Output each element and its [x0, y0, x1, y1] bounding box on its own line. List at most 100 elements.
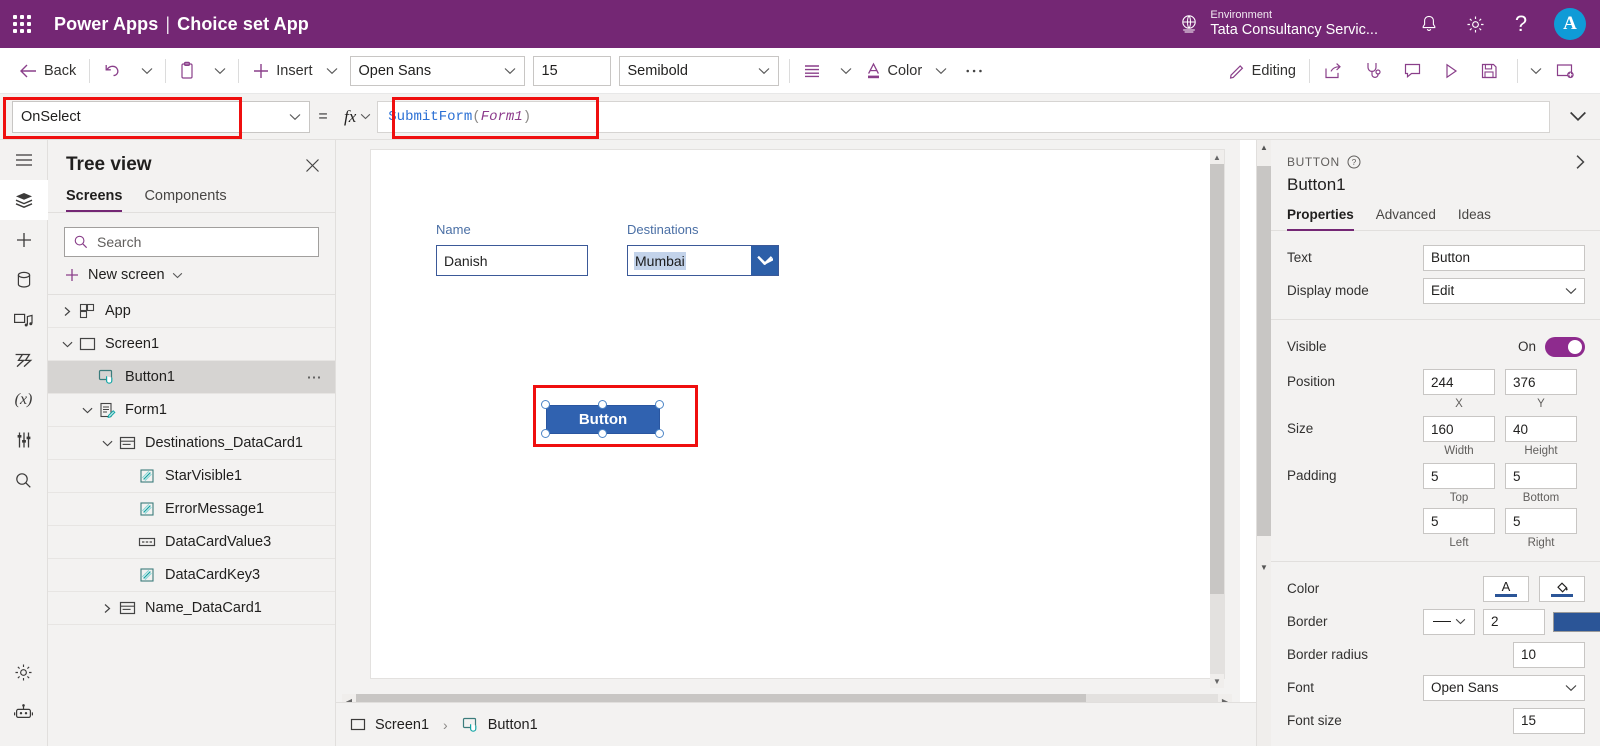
position-x-input[interactable]: 244 — [1423, 369, 1495, 395]
align-dropdown-button[interactable] — [834, 56, 858, 86]
twisty-collapsed-icon[interactable] — [98, 603, 116, 614]
font-size-input[interactable]: 15 — [1513, 708, 1585, 734]
help-button[interactable]: ? — [1498, 0, 1544, 48]
tree-node-screen1[interactable]: Screen1 — [48, 328, 335, 361]
tree-node-name-datacard1[interactable]: Name_DataCard1 — [48, 592, 335, 625]
tree-node-more-button[interactable]: ⋯ — [307, 368, 324, 386]
border-style-select[interactable] — [1423, 609, 1475, 635]
size-height-input[interactable]: 40 — [1505, 416, 1577, 442]
destinations-dropdown-button[interactable] — [751, 246, 778, 275]
formula-input[interactable]: SubmitForm(Form1) — [377, 101, 1550, 133]
resize-handle-top-left[interactable] — [541, 400, 550, 409]
padding-bottom-input[interactable]: 5 — [1505, 463, 1577, 489]
border-width-input[interactable]: 2 — [1483, 609, 1545, 635]
font-size-input[interactable]: 15 — [533, 56, 611, 86]
font-select[interactable]: Open Sans — [1423, 675, 1585, 701]
formula-expand-button[interactable] — [1556, 94, 1600, 140]
size-width-input[interactable]: 160 — [1423, 416, 1495, 442]
border-radius-input[interactable]: 10 — [1513, 642, 1585, 668]
font-color-button[interactable]: A — [1483, 576, 1529, 602]
save-dropdown-button[interactable] — [1524, 56, 1548, 86]
editing-mode-button[interactable]: Editing — [1221, 54, 1303, 88]
tab-components[interactable]: Components — [144, 182, 226, 212]
preview-button[interactable] — [1435, 54, 1473, 88]
scroll-up-icon[interactable]: ▲ — [1257, 140, 1271, 154]
tab-properties[interactable]: Properties — [1287, 207, 1354, 230]
fill-color-button[interactable] — [1539, 576, 1585, 602]
collapse-pane-button[interactable] — [1574, 154, 1587, 170]
resize-handle-bottom-center[interactable] — [598, 429, 607, 438]
font-weight-select[interactable]: Semibold — [619, 56, 779, 86]
destinations-dropdown[interactable]: Mumbai — [627, 245, 779, 276]
insert-dropdown-button[interactable] — [320, 56, 344, 86]
sidebar-item-media[interactable] — [0, 300, 48, 340]
tree-node-errormessage1[interactable]: ErrorMessage1 — [48, 493, 335, 526]
twisty-collapsed-icon[interactable] — [58, 306, 76, 317]
vscroll-thumb[interactable] — [1210, 164, 1224, 594]
align-button[interactable] — [796, 54, 834, 88]
menu-button[interactable] — [0, 140, 48, 180]
share-button[interactable] — [1316, 54, 1356, 88]
tree-node-datacardkey3[interactable]: DataCardKey3 — [48, 559, 335, 592]
fx-button[interactable]: fx — [336, 101, 377, 133]
resize-handle-top-center[interactable] — [598, 400, 607, 409]
resize-handle-bottom-left[interactable] — [541, 429, 550, 438]
app-launcher-button[interactable] — [0, 0, 44, 48]
paste-dropdown-button[interactable] — [208, 56, 232, 86]
tree-node-app[interactable]: App — [48, 295, 335, 328]
color-dropdown-button[interactable] — [929, 56, 953, 86]
publish-button[interactable] — [1548, 54, 1588, 88]
new-screen-button[interactable]: New screen — [48, 257, 335, 295]
properties-scroll-thumb[interactable] — [1257, 166, 1271, 536]
twisty-expanded-icon[interactable] — [98, 439, 116, 448]
sidebar-item-variables[interactable]: (x) — [0, 380, 48, 420]
avatar[interactable]: A — [1554, 8, 1586, 40]
display-mode-select[interactable]: Edit — [1423, 278, 1585, 304]
tree-node-button1[interactable]: Button1 ⋯ — [48, 361, 335, 394]
sidebar-item-search[interactable] — [0, 460, 48, 500]
sidebar-item-settings-sliders[interactable] — [0, 420, 48, 460]
twisty-expanded-icon[interactable] — [78, 406, 96, 415]
resize-handle-top-right[interactable] — [655, 400, 664, 409]
font-name-select[interactable]: Open Sans — [350, 56, 525, 86]
notifications-button[interactable] — [1406, 0, 1452, 48]
help-button[interactable]: ? — [1347, 155, 1361, 169]
scroll-up-icon[interactable]: ▲ — [1213, 150, 1221, 164]
comments-button[interactable] — [1396, 54, 1435, 88]
tab-advanced[interactable]: Advanced — [1376, 207, 1436, 230]
breadcrumb-button1[interactable]: Button1 — [448, 703, 552, 746]
settings-button[interactable] — [1452, 0, 1498, 48]
sidebar-item-copilot[interactable] — [0, 692, 48, 732]
paste-button[interactable] — [172, 54, 208, 88]
color-button[interactable]: Color — [858, 54, 930, 88]
sidebar-item-tree-view[interactable] — [0, 180, 48, 220]
name-field-input[interactable]: Danish — [436, 245, 588, 276]
properties-scrollbar[interactable]: ▲ ▼ — [1257, 140, 1271, 746]
scroll-down-icon[interactable]: ▼ — [1257, 560, 1271, 574]
tree-node-starvisible1[interactable]: StarVisible1 — [48, 460, 335, 493]
visible-toggle[interactable] — [1545, 337, 1585, 357]
app-canvas[interactable]: Name Danish Destinations Mumbai Button — [370, 149, 1225, 679]
sidebar-item-settings[interactable] — [0, 652, 48, 692]
position-y-input[interactable]: 376 — [1505, 369, 1577, 395]
tree-node-destinations-datacard1[interactable]: Destinations_DataCard1 — [48, 427, 335, 460]
save-button[interactable] — [1473, 54, 1511, 88]
back-button[interactable]: Back — [12, 54, 83, 88]
more-options-button[interactable]: ellipsis-icon — [953, 56, 983, 86]
breadcrumb-screen1[interactable]: Screen1 — [336, 703, 443, 746]
close-button[interactable] — [304, 157, 321, 174]
sidebar-item-data[interactable] — [0, 260, 48, 300]
twisty-expanded-icon[interactable] — [58, 340, 76, 349]
canvas-vertical-scrollbar[interactable]: ▲ ▼ — [1210, 150, 1224, 688]
padding-right-input[interactable]: 5 — [1505, 508, 1577, 534]
vscroll-track[interactable] — [1210, 164, 1224, 674]
tab-ideas[interactable]: Ideas — [1458, 207, 1491, 230]
property-select[interactable]: OnSelect — [12, 101, 310, 133]
sidebar-item-insert[interactable] — [0, 220, 48, 260]
tree-node-form1[interactable]: Form1 — [48, 394, 335, 427]
app-checker-button[interactable] — [1356, 54, 1396, 88]
environment-picker[interactable]: Environment Tata Consultancy Servic... — [1176, 9, 1378, 38]
padding-left-input[interactable]: 5 — [1423, 508, 1495, 534]
scroll-down-icon[interactable]: ▼ — [1213, 674, 1221, 688]
search-input[interactable]: Search — [64, 227, 319, 257]
